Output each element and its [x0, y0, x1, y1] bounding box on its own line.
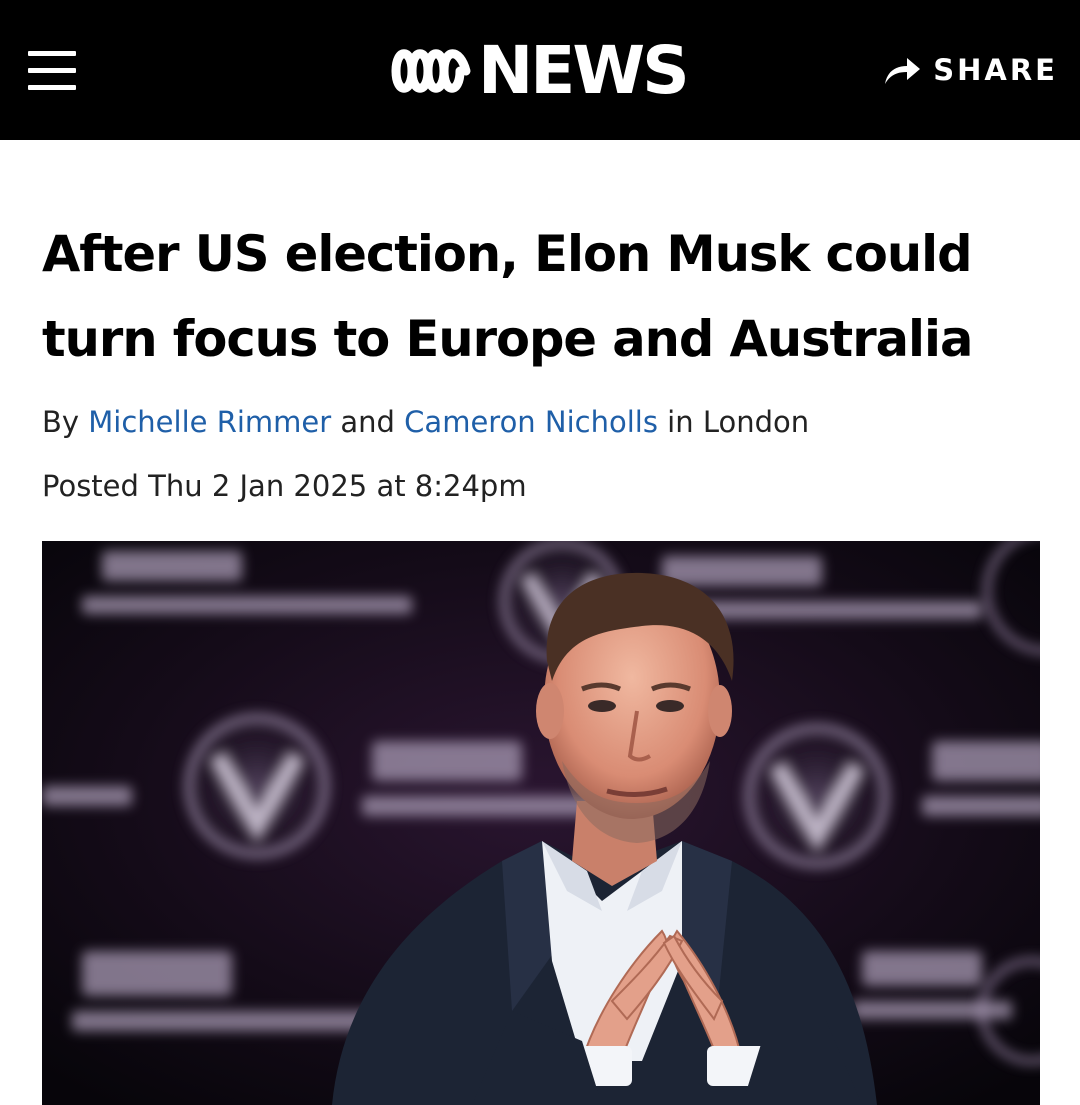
- author-link-cameron-nicholls[interactable]: Cameron Nicholls: [404, 405, 658, 439]
- hero-photo-illustration: [42, 541, 1040, 1105]
- article-headline: After US election, Elon Musk could turn …: [42, 225, 973, 368]
- byline-conjunction: and: [340, 405, 395, 439]
- share-arrow-icon: [885, 58, 921, 84]
- author-link-michelle-rimmer[interactable]: Michelle Rimmer: [88, 405, 331, 439]
- article-byline: By Michelle Rimmer and Cameron Nicholls …: [42, 405, 809, 439]
- share-label: SHARE: [933, 53, 1058, 87]
- hero-photo[interactable]: [42, 541, 1040, 1105]
- abc-news-logo[interactable]: NEWS: [390, 32, 690, 109]
- top-navigation-bar: NEWS SHARE: [0, 0, 1080, 140]
- logo-wordmark: NEWS: [478, 32, 690, 109]
- hamburger-menu-icon[interactable]: [28, 51, 76, 91]
- abc-lissajous-logo-icon: [391, 49, 471, 93]
- byline-prefix: By: [42, 405, 80, 439]
- posted-date: Posted Thu 2 Jan 2025 at 8:24pm: [42, 469, 527, 503]
- share-button[interactable]: SHARE: [883, 50, 1058, 90]
- byline-location: in London: [667, 405, 810, 439]
